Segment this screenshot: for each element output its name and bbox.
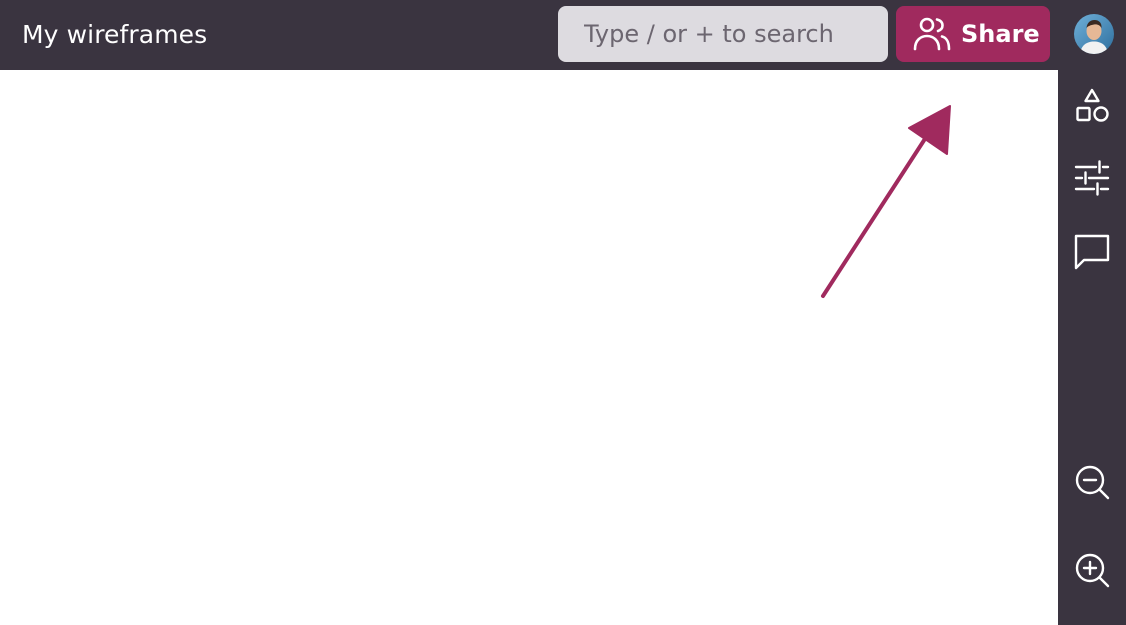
shapes-tool-button[interactable]: [1072, 86, 1112, 126]
zoom-out-button[interactable]: [1072, 462, 1112, 502]
zoom-out-icon: [1075, 465, 1110, 500]
avatar-image: [1074, 14, 1114, 54]
annotation-arrow: [821, 105, 951, 298]
right-toolbar: [1058, 70, 1126, 625]
share-label: Share: [961, 20, 1040, 48]
avatar[interactable]: [1074, 14, 1114, 54]
comment-tool-button[interactable]: [1072, 230, 1112, 270]
zoom-in-icon: [1075, 553, 1110, 588]
zoom-in-button[interactable]: [1072, 550, 1112, 590]
users-icon: [913, 17, 951, 51]
top-bar: My wireframes Share: [0, 0, 1126, 70]
canvas[interactable]: [0, 70, 1058, 625]
comment-icon: [1074, 234, 1110, 270]
adjust-tool-button[interactable]: [1072, 158, 1112, 198]
share-button[interactable]: Share: [896, 6, 1050, 62]
search-input[interactable]: [558, 6, 888, 62]
app-window: My wireframes Share: [0, 0, 1126, 625]
shapes-icon: [1076, 88, 1109, 122]
page-title: My wireframes: [22, 20, 208, 49]
sliders-icon: [1074, 160, 1110, 196]
